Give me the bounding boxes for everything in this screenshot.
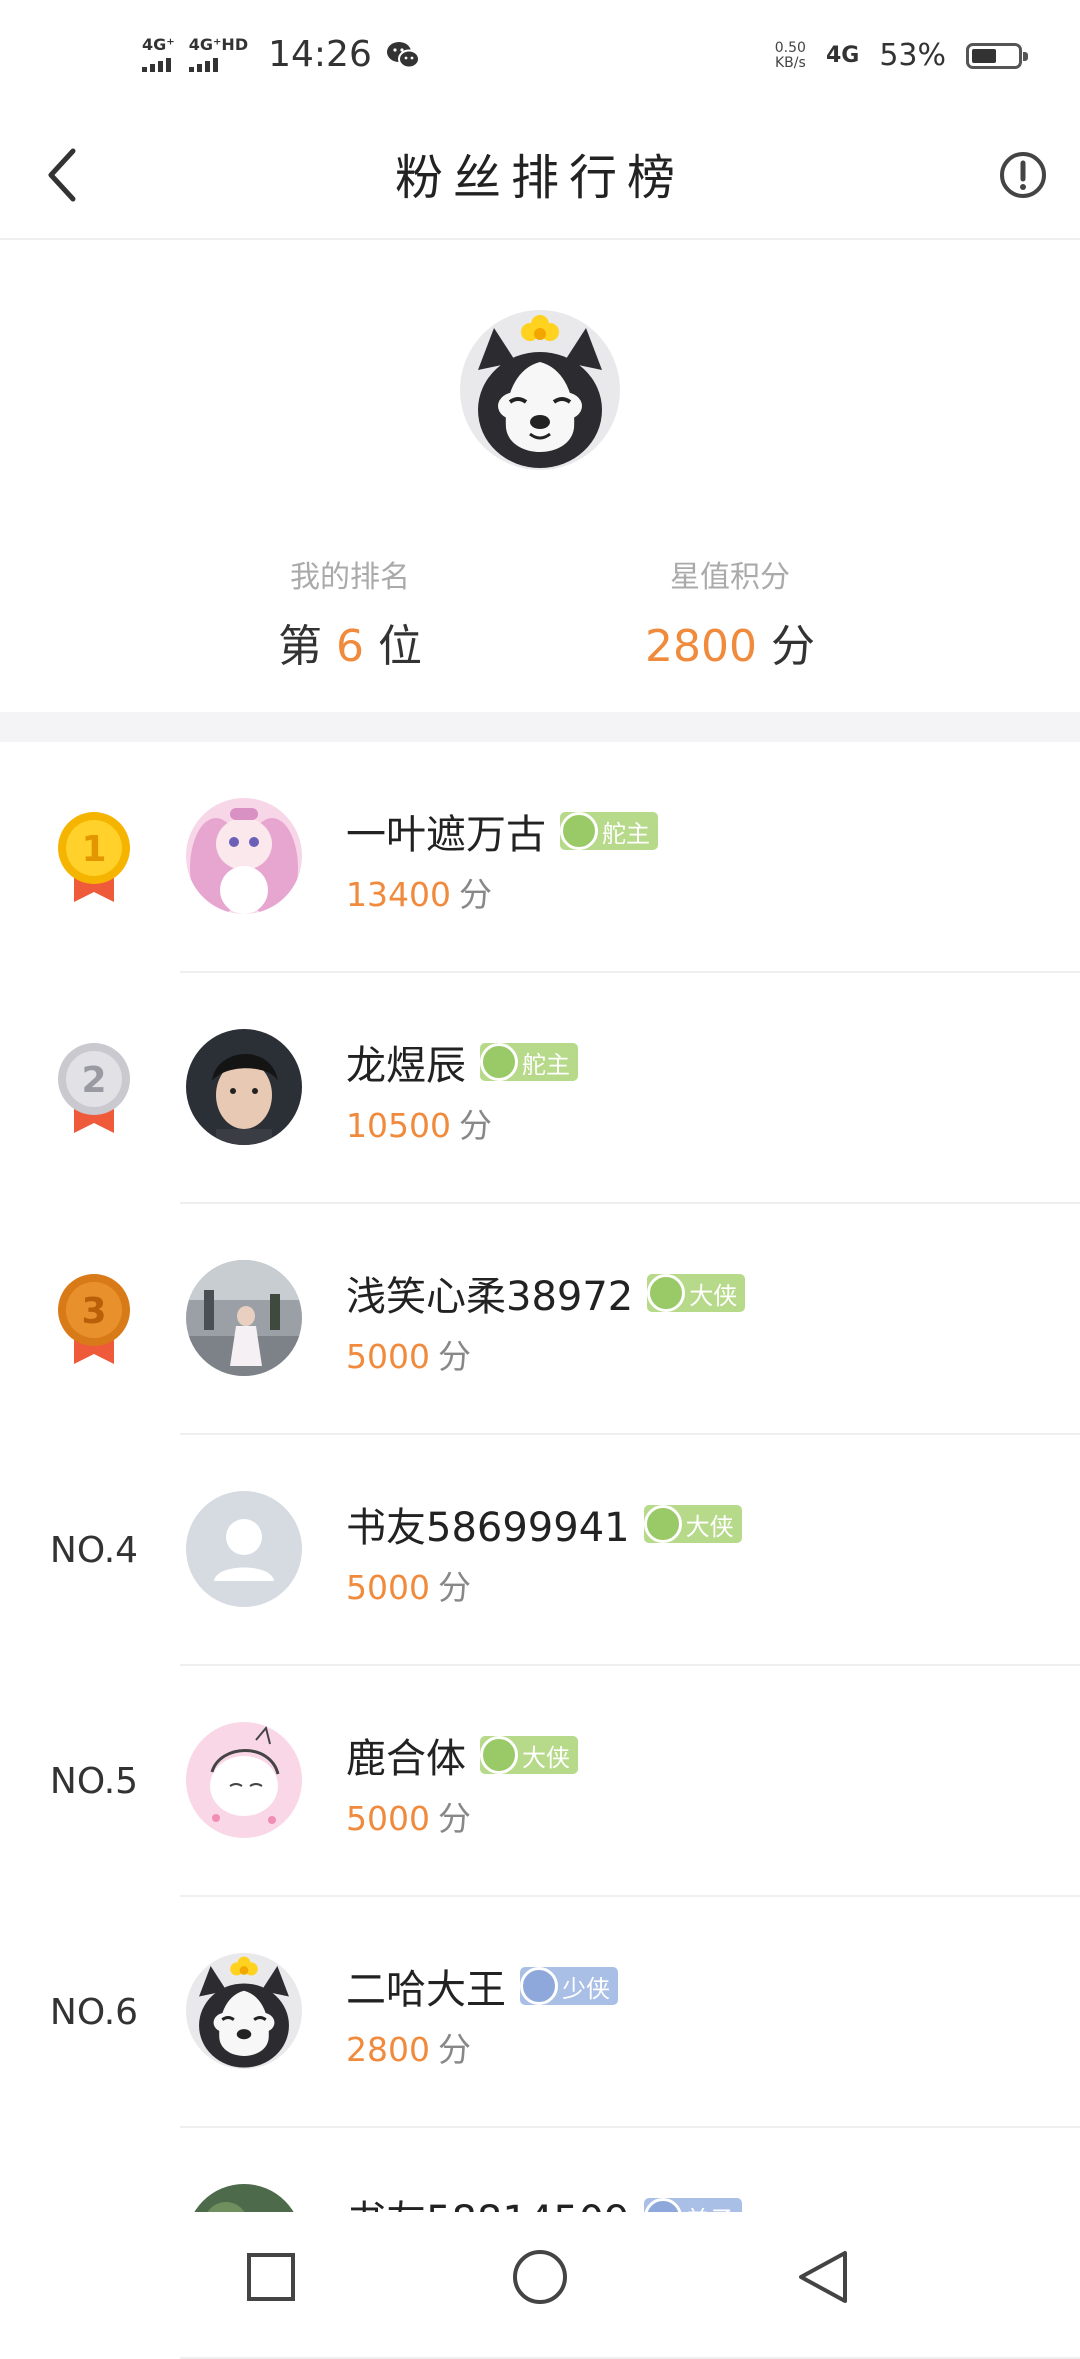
list-item[interactable]: NO.6 二哈大王 少侠 2800 分 bbox=[0, 1897, 1080, 2128]
fan-name: 龙煜辰 bbox=[346, 1043, 466, 1089]
level-badge: 大侠 bbox=[647, 1274, 746, 1312]
street-photo-avatar-image bbox=[186, 1260, 302, 1376]
battery-icon bbox=[966, 42, 1028, 69]
avatar[interactable] bbox=[186, 798, 302, 914]
avatar[interactable] bbox=[186, 1722, 302, 1838]
my-score-caption: 星值积分 bbox=[670, 560, 790, 595]
level-badge: 少侠 bbox=[520, 1967, 618, 2005]
page-title: 粉丝排行榜 bbox=[394, 150, 685, 206]
my-score-stat: 星值积分 2800 分 bbox=[580, 552, 880, 674]
fan-score: 2800 分 bbox=[346, 2030, 471, 2069]
star-icon bbox=[520, 1967, 558, 2005]
rank-label: NO.4 bbox=[49, 1530, 139, 1571]
list-item[interactable]: NO.5 鹿合体 大侠 5000 分 bbox=[0, 1666, 1080, 1897]
svg-text:1: 1 bbox=[81, 829, 106, 870]
avatar[interactable] bbox=[186, 1491, 302, 1607]
home-button[interactable] bbox=[495, 2232, 585, 2322]
fan-name: 书友58699941 bbox=[346, 1505, 630, 1551]
bronze-medal-icon: 3 bbox=[58, 1273, 130, 1364]
system-nav-bar bbox=[0, 2212, 1080, 2340]
list-item[interactable]: 2 龙煜辰 舵主 10500 分 bbox=[0, 973, 1080, 1204]
sword-icon bbox=[647, 1274, 686, 1312]
sword-icon bbox=[560, 812, 598, 850]
square-icon bbox=[247, 2253, 295, 2301]
young-man-avatar-image bbox=[186, 1029, 302, 1145]
circle-icon bbox=[513, 2250, 567, 2304]
list-item[interactable]: 1 一叶遮万古 舵主 13400 分 bbox=[0, 742, 1080, 973]
fan-score: 5000 分 bbox=[346, 1568, 471, 1607]
info-button[interactable] bbox=[988, 140, 1058, 210]
wechat-icon bbox=[386, 41, 420, 68]
status-time: 14:26 bbox=[268, 34, 372, 75]
my-score-value: 2800 分 bbox=[645, 621, 815, 672]
level-badge: 舵主 bbox=[560, 812, 658, 850]
fan-name: 一叶遮万古 bbox=[346, 812, 546, 858]
list-item[interactable]: NO.4 书友58699941 大侠 5000 分 bbox=[0, 1435, 1080, 1666]
level-badge: 舵主 bbox=[480, 1043, 578, 1081]
signal-2-icon: 4G⁺HD bbox=[188, 37, 248, 72]
my-rank-value: 第 6 位 bbox=[278, 621, 422, 672]
level-badge: 大侠 bbox=[643, 1505, 742, 1543]
fan-score: 5000 分 bbox=[346, 1799, 471, 1838]
back-nav-button[interactable] bbox=[778, 2232, 868, 2322]
rank-medal-gold: 1 bbox=[40, 742, 148, 973]
gold-medal-icon: 1 bbox=[58, 811, 130, 902]
anime-girl-avatar-image bbox=[186, 798, 302, 914]
rank-label: NO.5 bbox=[49, 1761, 139, 1802]
network-speed: 0.50 KB/s bbox=[774, 39, 806, 71]
sword-icon bbox=[480, 1043, 518, 1081]
signal-1-icon: 4G⁺ bbox=[142, 37, 175, 72]
fan-name: 鹿合体 bbox=[346, 1736, 466, 1782]
my-rank-card: 我的排名 第 6 位 星值积分 2800 分 bbox=[0, 240, 1080, 712]
husky-avatar-image bbox=[186, 1953, 302, 2069]
sword-icon bbox=[643, 1505, 682, 1543]
svg-text:2: 2 bbox=[81, 1060, 106, 1101]
sword-icon bbox=[480, 1736, 518, 1774]
list-item[interactable]: 3 浅笑心柔38972 大侠 5000 分 bbox=[0, 1204, 1080, 1435]
fan-name: 浅笑心柔38972 bbox=[346, 1274, 634, 1320]
sketch-girl-avatar-image bbox=[186, 1722, 302, 1838]
header: 粉丝排行榜 bbox=[0, 110, 1080, 240]
avatar[interactable] bbox=[460, 310, 620, 470]
exclamation-circle-icon bbox=[1000, 152, 1046, 198]
fan-score: 10500 分 bbox=[346, 1106, 492, 1145]
default-user-icon bbox=[186, 1491, 302, 1607]
status-bar: 4G⁺ 4G⁺HD 14:26 0.50 KB/s 4G 53% bbox=[0, 0, 1080, 110]
fan-score: 13400 分 bbox=[346, 875, 492, 914]
fan-name: 二哈大王 bbox=[346, 1967, 506, 2013]
level-badge: 大侠 bbox=[480, 1736, 578, 1774]
silver-medal-icon: 2 bbox=[58, 1042, 130, 1133]
fan-list: 1 一叶遮万古 舵主 13400 分 2 龙煜辰 舵主 10500 分 3 浅笑… bbox=[0, 742, 1080, 2359]
avatar[interactable] bbox=[186, 1029, 302, 1145]
avatar[interactable] bbox=[186, 1260, 302, 1376]
svg-text:3: 3 bbox=[81, 1291, 106, 1332]
rank-label: NO.6 bbox=[49, 1992, 139, 2033]
network-type: 4G bbox=[825, 43, 860, 68]
section-divider bbox=[0, 712, 1080, 742]
fan-score: 5000 分 bbox=[346, 1337, 471, 1376]
battery-percent: 53% bbox=[879, 38, 946, 73]
triangle-back-icon bbox=[799, 2251, 847, 2303]
avatar[interactable] bbox=[186, 1953, 302, 2069]
my-rank-stat: 我的排名 第 6 位 bbox=[200, 552, 500, 674]
husky-avatar-image bbox=[460, 310, 620, 470]
recent-apps-button[interactable] bbox=[226, 2232, 316, 2322]
rank-medal-silver: 2 bbox=[40, 973, 148, 1204]
rank-medal-bronze: 3 bbox=[40, 1204, 148, 1435]
my-rank-caption: 我的排名 bbox=[290, 560, 410, 595]
